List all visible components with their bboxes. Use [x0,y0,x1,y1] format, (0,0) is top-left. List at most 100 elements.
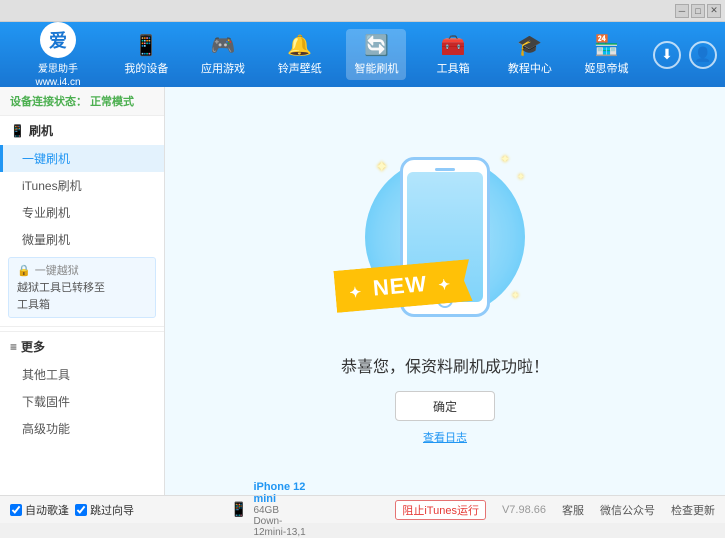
auto-close-checkbox[interactable] [10,504,22,516]
bottom-device-info: 📱 iPhone 12 mini 64GB Down-12mini-13,1 [230,481,313,538]
device-phone-icon: 📱 [230,501,247,518]
logo-char: 爱 [49,27,67,53]
nav-tutorials[interactable]: 🎓 教程中心 [500,29,560,80]
sidebar-item-micro-flash[interactable]: 微量刷机 [0,226,164,253]
sparkle-1: ✦ [375,157,388,177]
bottom-checkboxes: 自动歌逢 跳过向导 [10,502,230,518]
confirm-button-label: 确定 [433,398,457,415]
sidebar-item-download-firmware[interactable]: 下载固件 [0,388,164,415]
apps-games-label: 应用游戏 [201,60,245,76]
window-controls: ─ □ ✕ [675,4,721,18]
itunes-flash-label: iTunes刷机 [22,179,82,193]
advanced-label: 高级功能 [22,422,70,436]
jailbreak-content: 越狱工具已转移至 工具箱 [17,280,147,313]
my-device-icon: 📱 [134,33,159,58]
flash-section-header: 📱 刷机 [0,116,164,145]
sidebar-divider-1 [0,326,164,327]
version-text: V7.98.66 [502,504,546,516]
nav-items: 📱 我的设备 🎮 应用游戏 🔔 铃声壁纸 🔄 智能刷机 🧰 工具箱 🎓 教程中心… [108,29,645,80]
checkbox-skip-wizard[interactable]: 跳过向导 [75,502,134,518]
sparkle-2: ✦ [500,152,510,166]
bottom-right: 阻止iTunes运行 V7.98.66 客服 微信公众号 检查更新 [395,500,715,520]
new-ribbon-text: NEW [372,271,428,301]
flash-section-label: 刷机 [29,122,53,139]
device-storage: 64GB [253,505,312,516]
nav-apps-games[interactable]: 🎮 应用游戏 [193,29,253,80]
ringtones-icon: 🔔 [287,33,312,58]
nav-my-device[interactable]: 📱 我的设备 [116,29,176,80]
bottom-bar: 自动歌逢 跳过向导 📱 iPhone 12 mini 64GB Down-12m… [0,495,725,523]
smart-flash-label: 智能刷机 [354,60,398,76]
download-button[interactable]: ⬇ [653,41,681,69]
close-button[interactable]: ✕ [707,4,721,18]
logo-line2: www.i4.cn [35,77,80,88]
jailbreak-content-line2: 工具箱 [17,297,147,314]
micro-flash-label: 微量刷机 [22,233,70,247]
nav-ringtones[interactable]: 🔔 铃声壁纸 [270,29,330,80]
sidebar-item-one-click-flash[interactable]: 一键刷机 [0,145,164,172]
one-click-flash-label: 一键刷机 [22,152,70,166]
success-text: 恭喜您，保资料刷机成功啦！ [341,353,549,377]
logo-line1: 爱思助手 [38,60,78,75]
jailbreak-content-line1: 越狱工具已转移至 [17,280,147,297]
my-device-label: 我的设备 [124,60,168,76]
status-bar: 设备连接状态： 正常模式 [0,87,164,116]
jailbreak-sub-section: 🔒 一键越狱 越狱工具已转移至 工具箱 [8,257,156,318]
skip-wizard-label: 跳过向导 [90,502,134,518]
tutorials-label: 教程中心 [508,60,552,76]
title-bar: ─ □ ✕ [0,0,725,22]
sidebar-item-itunes-flash[interactable]: iTunes刷机 [0,172,164,199]
device-model: Down-12mini-13,1 [253,516,312,538]
apple-city-label: 姬思帝城 [585,60,629,76]
sparkle-4: ✦ [511,289,520,302]
flash-section-icon: 📱 [10,124,25,138]
confirm-button[interactable]: 确定 [395,391,495,421]
top-nav: 爱 爱思助手 www.i4.cn 📱 我的设备 🎮 应用游戏 🔔 铃声壁纸 🔄 … [0,22,725,87]
maximize-button[interactable]: □ [691,4,705,18]
stop-itunes-button[interactable]: 阻止iTunes运行 [395,500,486,520]
other-tools-label: 其他工具 [22,368,70,382]
customer-service-link[interactable]: 客服 [562,502,584,518]
stop-itunes-label: 阻止iTunes运行 [402,505,479,517]
more-section-header: ≡ 更多 [0,331,164,361]
secondary-link[interactable]: 查看日志 [423,429,467,445]
wechat-link[interactable]: 微信公众号 [600,502,655,518]
status-value: 正常模式 [90,96,134,108]
illustration: ✦ ✦ ✦ ✦ NEW [345,137,545,337]
jailbreak-header: 🔒 一键越狱 [17,262,147,278]
user-button[interactable]: 👤 [689,41,717,69]
toolbox-label: 工具箱 [437,60,470,76]
sidebar-item-pro-flash[interactable]: 专业刷机 [0,199,164,226]
checkbox-auto-close[interactable]: 自动歌逢 [10,502,69,518]
more-label: 更多 [21,338,45,355]
flash-section: 📱 刷机 一键刷机 iTunes刷机 专业刷机 微量刷机 [0,116,164,253]
status-label: 设备连接状态： [10,96,87,108]
logo-icon: 爱 [40,22,76,58]
phone-speaker [435,168,455,171]
apps-games-icon: 🎮 [211,33,236,58]
smart-flash-icon: 🔄 [364,33,389,58]
device-text-info: iPhone 12 mini 64GB Down-12mini-13,1 [253,481,312,538]
ringtones-label: 铃声壁纸 [278,60,322,76]
nav-smart-flash[interactable]: 🔄 智能刷机 [346,29,406,80]
pro-flash-label: 专业刷机 [22,206,70,220]
check-update-link[interactable]: 检查更新 [671,502,715,518]
sidebar-item-other-tools[interactable]: 其他工具 [0,361,164,388]
nav-toolbox[interactable]: 🧰 工具箱 [423,29,483,80]
sidebar-item-advanced[interactable]: 高级功能 [0,415,164,442]
center-content: ✦ ✦ ✦ ✦ NEW 恭喜您，保资料刷机成功啦！ 确定 查看日志 [165,87,725,495]
nav-apple-city[interactable]: 🏪 姬思帝城 [577,29,637,80]
sidebar: 设备连接状态： 正常模式 📱 刷机 一键刷机 iTunes刷机 专业刷机 微量刷… [0,87,165,495]
skip-wizard-checkbox[interactable] [75,504,87,516]
device-name: iPhone 12 mini [253,481,312,505]
sparkle-3: ✦ [517,172,525,183]
jailbreak-label: 一键越狱 [35,262,79,278]
minimize-button[interactable]: ─ [675,4,689,18]
nav-right-buttons: ⬇ 👤 [653,41,717,69]
toolbox-icon: 🧰 [441,33,466,58]
more-icon: ≡ [10,340,17,354]
download-firmware-label: 下载固件 [22,395,70,409]
auto-close-label: 自动歌逢 [25,502,69,518]
tutorials-icon: 🎓 [517,33,542,58]
apple-city-icon: 🏪 [594,33,619,58]
